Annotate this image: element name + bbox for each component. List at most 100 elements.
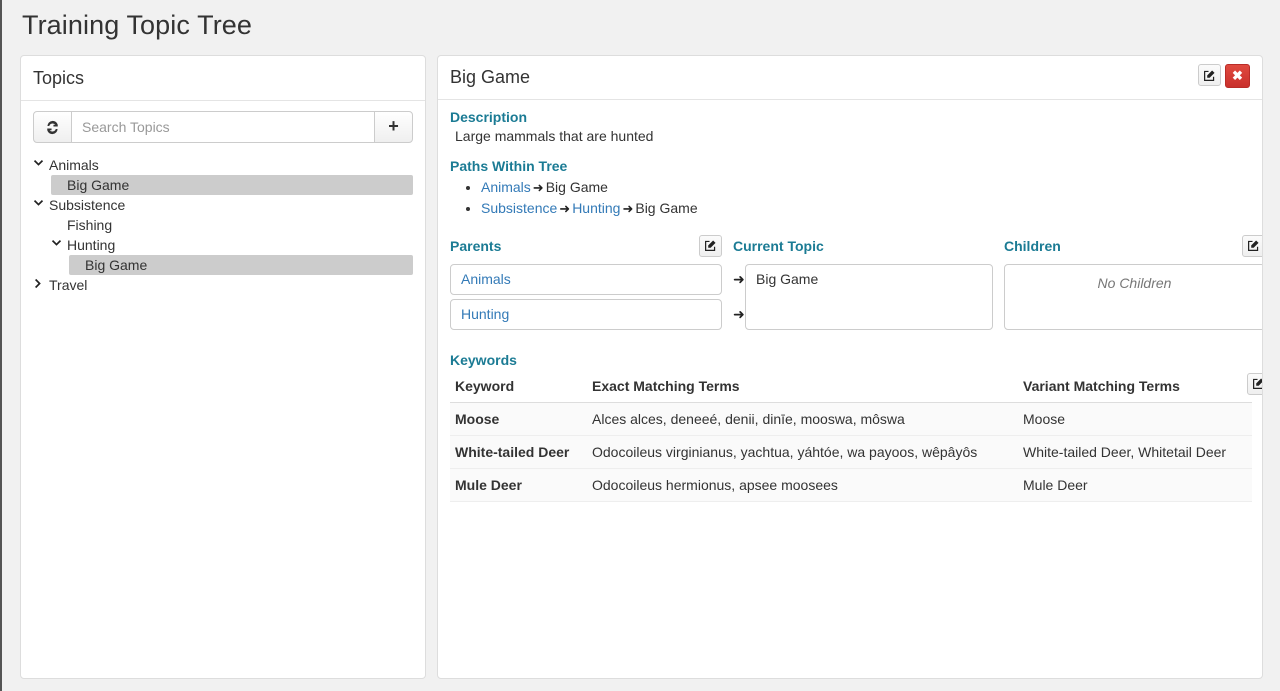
current-topic-column: Current Topic ➜ ➜ Big Game: [733, 235, 993, 334]
paths-list: Animals➜Big GameSubsistence➜Hunting➜Big …: [450, 177, 1250, 219]
description-text: Large mammals that are hunted: [455, 127, 654, 144]
chevron-down-icon[interactable]: [33, 155, 49, 175]
cell-variant-terms: Mule Deer: [1018, 468, 1252, 502]
current-header-row: Current Topic: [733, 235, 993, 257]
column-header-keyword: Keyword: [450, 370, 587, 403]
path-link[interactable]: Hunting: [572, 200, 620, 216]
edit-keywords-button[interactable]: [1247, 372, 1262, 395]
keywords-header-row: Keyword Exact Matching Terms Variant Mat…: [450, 370, 1262, 403]
main-layout: Topics + Animals Big GameSubsistence Fis: [2, 41, 1280, 680]
cell-keyword: Moose: [450, 402, 587, 436]
tree-node-label: Travel: [49, 277, 88, 294]
current-topic-box: Big Game: [745, 263, 993, 330]
tree-node-animals[interactable]: Animals: [33, 155, 413, 175]
cell-exact-terms: Odocoileus hermionus, apsee moosees: [587, 468, 1018, 502]
refresh-icon: [45, 120, 60, 135]
keywords-table-head: Keyword Exact Matching Terms Variant Mat…: [450, 370, 1262, 403]
table-row: White-tailed Deer Odocoileus virginianus,…: [450, 435, 1252, 469]
children-heading: Children: [1004, 237, 1061, 254]
chevron-down-icon[interactable]: [33, 195, 49, 215]
tree-node-hunting[interactable]: Hunting: [51, 235, 413, 255]
arrow-right-icon: ➜: [532, 179, 544, 195]
description-heading: Description: [450, 108, 528, 125]
relations-section: Parents Animals Hunting Current Topic ➜ …: [450, 234, 1262, 334]
keywords-heading: Keywords: [450, 351, 517, 368]
detail-header: Big Game ✖: [438, 56, 1262, 100]
children-column: Children No Children: [1004, 234, 1262, 334]
close-topic-button[interactable]: ✖: [1225, 64, 1250, 89]
path-link[interactable]: Subsistence: [481, 200, 557, 216]
edit-parents-button[interactable]: [699, 234, 722, 257]
path-item: Subsistence➜Hunting➜Big Game: [481, 198, 1250, 219]
edit-square-icon: [704, 239, 717, 252]
paths-heading: Paths Within Tree: [450, 157, 568, 174]
keywords-table: Keyword Exact Matching Terms Variant Mat…: [450, 370, 1262, 502]
topic-detail-panel: Big Game ✖ Description Large mammals tha…: [437, 55, 1263, 680]
topics-panel-body: + Animals Big Game Subsistence Fishing Hun…: [21, 101, 425, 305]
edit-topic-button[interactable]: [1198, 64, 1221, 87]
children-box: No Children: [1004, 263, 1262, 330]
path-link[interactable]: Animals: [481, 179, 531, 195]
detail-body: Description Large mammals that are hunte…: [438, 100, 1262, 502]
tree-node-label: Big Game: [67, 177, 130, 194]
parent-chip[interactable]: Hunting: [450, 298, 722, 330]
table-row: Moose Alces alces, deneeé, denii, dinīe, …: [450, 402, 1252, 436]
keywords-table-body: Moose Alces alces, deneeé, denii, dinīe, …: [450, 402, 1252, 502]
current-topic-label: Big Game: [756, 270, 819, 287]
edit-square-icon: [1247, 239, 1260, 252]
refresh-button[interactable]: [33, 111, 72, 144]
column-header-variant-terms: Variant Matching Terms: [1018, 370, 1262, 403]
edit-children-button[interactable]: [1242, 234, 1262, 257]
arrow-right-icon: ➜: [559, 200, 571, 216]
tree-node-label: Animals: [49, 157, 99, 174]
tree-node-big-game[interactable]: Big Game: [69, 255, 413, 276]
tree-node-subsistence[interactable]: Subsistence: [33, 195, 413, 215]
cell-exact-terms: Odocoileus virginianus, yachtua, yáhtóe,…: [587, 435, 1018, 469]
parent-link[interactable]: Hunting: [461, 306, 509, 322]
no-children-text: No Children: [1097, 274, 1172, 291]
tree-node-label: Hunting: [67, 237, 116, 254]
edit-square-icon: [1252, 377, 1262, 390]
column-header-exact-terms: Exact Matching Terms: [587, 370, 1018, 403]
children-header-row: Children: [1004, 234, 1262, 257]
close-icon: ✖: [1232, 68, 1243, 84]
tree-node-label: Fishing: [67, 217, 113, 234]
cell-variant-terms: White-tailed Deer, Whitetail Deer: [1018, 435, 1252, 469]
topic-tree: Animals Big Game Subsistence Fishing Hunti…: [33, 155, 413, 295]
edit-square-icon: [1203, 69, 1216, 82]
current-topic-heading: Current Topic: [733, 237, 824, 254]
tree-node-travel[interactable]: Travel: [33, 275, 413, 295]
tree-node-label: Big Game: [85, 257, 148, 274]
parents-list: Animals Hunting: [450, 263, 722, 330]
search-input[interactable]: [72, 111, 374, 144]
parents-heading: Parents: [450, 237, 502, 254]
cell-variant-terms: Moose: [1018, 402, 1252, 436]
path-current: Big Game: [545, 178, 608, 195]
page-title: Training Topic Tree: [22, 10, 253, 40]
tree-node-big-game[interactable]: Big Game: [51, 175, 413, 196]
parents-column: Parents Animals Hunting: [450, 234, 722, 334]
parent-chip[interactable]: Animals: [450, 263, 722, 295]
table-row: Mule Deer Odocoileus hermionus, apsee moo…: [450, 468, 1252, 502]
parent-link[interactable]: Animals: [461, 271, 511, 287]
arrow-right-icon: ➜: [733, 305, 745, 322]
detail-title: Big Game: [450, 67, 531, 88]
path-item: Animals➜Big Game: [481, 177, 1250, 198]
edit-keywords-button-wrap: [1247, 372, 1262, 395]
plus-icon: +: [388, 116, 399, 137]
topics-panel-heading: Topics: [21, 56, 425, 102]
relation-arrows: ➜ ➜: [733, 264, 745, 330]
chevron-right-icon[interactable]: [33, 275, 49, 295]
detail-header-buttons: ✖: [1198, 64, 1250, 89]
arrow-right-icon: ➜: [733, 270, 745, 287]
column-header-variant-label: Variant Matching Terms: [1023, 377, 1180, 394]
tree-node-fishing[interactable]: Fishing: [51, 215, 413, 235]
add-topic-button[interactable]: +: [374, 111, 413, 144]
chevron-down-icon[interactable]: [51, 235, 67, 255]
path-current: Big Game: [635, 199, 698, 216]
parents-header-row: Parents: [450, 234, 722, 257]
topics-search-row: +: [33, 111, 413, 144]
